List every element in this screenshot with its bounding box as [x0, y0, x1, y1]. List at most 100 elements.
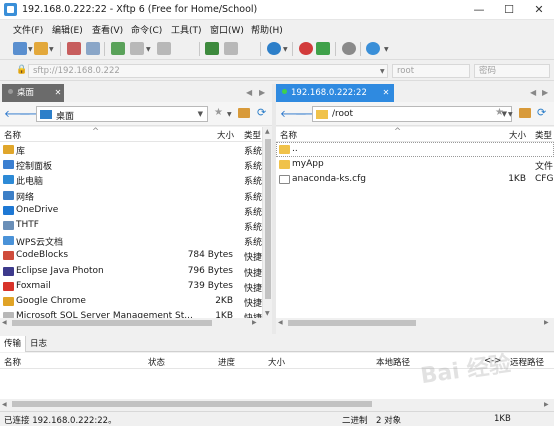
scroll-thumb[interactable]: [12, 320, 212, 326]
refresh-icon[interactable]: ⟳: [257, 106, 266, 119]
host-input[interactable]: sftp://192.168.0.222: [28, 64, 388, 78]
new-session-icon[interactable]: [13, 42, 27, 55]
column-name[interactable]: 名称: [4, 129, 21, 141]
close-button[interactable]: ✕: [524, 0, 554, 20]
menu-file[interactable]: 文件(F): [13, 23, 43, 36]
menu-tools[interactable]: 工具(T): [171, 23, 202, 36]
tab-prev-arrow-icon[interactable]: ◀: [246, 88, 252, 97]
username-input[interactable]: root: [392, 64, 470, 78]
menu-command[interactable]: 命令(C): [131, 23, 162, 36]
file-row[interactable]: 此电脑 系统: [0, 172, 262, 187]
file-row[interactable]: anaconda-ks.cfg 1KB CFG: [276, 172, 554, 187]
scroll-down-icon[interactable]: ▼: [265, 310, 270, 317]
tab-prev-arrow-icon[interactable]: ◀: [530, 88, 536, 97]
menu-edit[interactable]: 编辑(E): [52, 23, 83, 36]
help-icon[interactable]: [366, 42, 380, 55]
chevron-down-icon[interactable]: ▼: [198, 110, 203, 118]
file-row[interactable]: 库 系统: [0, 142, 262, 157]
chevron-down-icon[interactable]: ▼: [283, 46, 288, 53]
scroll-thumb[interactable]: [12, 401, 372, 407]
password-input[interactable]: 密码: [474, 64, 550, 78]
close-icon[interactable]: ✕: [52, 84, 64, 102]
gear-icon[interactable]: [342, 42, 356, 55]
file-row[interactable]: CodeBlocks 784 Bytes 快捷: [0, 248, 262, 263]
file-row[interactable]: Foxmail 739 Bytes 快捷: [0, 279, 262, 294]
chevron-down-icon[interactable]: ▼: [508, 111, 513, 118]
chevron-down-icon[interactable]: ▼: [384, 46, 389, 53]
scroll-right-icon[interactable]: ▶: [252, 319, 257, 326]
chevron-down-icon[interactable]: ▼: [380, 68, 385, 75]
column-name[interactable]: 名称: [280, 129, 297, 141]
left-path-box[interactable]: 桌面 ▼: [36, 106, 208, 122]
column-type[interactable]: 类型: [535, 129, 552, 141]
file-row[interactable]: Microsoft SQL Server Management St... 1KB…: [0, 309, 262, 318]
tab-next-arrow-icon[interactable]: ▶: [542, 88, 548, 97]
tab-transfer[interactable]: 传输: [0, 336, 27, 352]
sync-icon[interactable]: [205, 42, 219, 55]
scroll-left-icon[interactable]: ◀: [2, 319, 7, 326]
menu-view[interactable]: 查看(V): [92, 23, 123, 36]
file-row[interactable]: THTF 系统: [0, 218, 262, 233]
xmanager-icon[interactable]: [316, 42, 330, 55]
tab-log[interactable]: 日志: [26, 336, 51, 352]
filter-icon[interactable]: [224, 42, 238, 55]
file-row[interactable]: Eclipse Java Photon 796 Bytes 快捷: [0, 264, 262, 279]
transfer-column-progress[interactable]: 进度: [218, 356, 235, 368]
chevron-down-icon[interactable]: ▼: [49, 46, 54, 53]
menu-window[interactable]: 窗口(W): [210, 23, 244, 36]
toolbar-separator: [335, 42, 336, 56]
column-size[interactable]: 大小: [509, 129, 526, 141]
refresh-icon[interactable]: ⟳: [537, 106, 546, 119]
scroll-up-icon[interactable]: ▲: [265, 128, 270, 135]
scroll-right-icon[interactable]: ▶: [544, 319, 549, 326]
home-folder-icon[interactable]: [519, 108, 531, 118]
transfer-column-status[interactable]: 状态: [148, 356, 165, 368]
file-row[interactable]: 控制面板 系统: [0, 157, 262, 172]
file-row[interactable]: WPS云文档 系统: [0, 233, 262, 248]
home-folder-icon[interactable]: [238, 108, 250, 118]
file-row[interactable]: 网络 系统: [0, 188, 262, 203]
layout-icon[interactable]: [157, 42, 171, 55]
column-type[interactable]: 类型: [244, 129, 261, 141]
transfer-column-name[interactable]: 名称: [4, 356, 21, 368]
copy-icon[interactable]: [86, 42, 100, 55]
left-horizontal-scrollbar[interactable]: ◀ ▶: [0, 318, 262, 328]
transfer-horizontal-scrollbar[interactable]: ◀ ▶: [0, 399, 554, 410]
new-folder-icon[interactable]: [111, 42, 125, 55]
tab-next-arrow-icon[interactable]: ▶: [259, 88, 265, 97]
scroll-thumb[interactable]: [265, 139, 271, 299]
file-row[interactable]: Google Chrome 2KB 快捷: [0, 294, 262, 309]
minimize-button[interactable]: —: [464, 0, 494, 20]
chevron-down-icon[interactable]: ▼: [28, 46, 33, 53]
properties-icon[interactable]: [130, 42, 144, 55]
toolbar-separator: [360, 42, 361, 56]
scroll-left-icon[interactable]: ◀: [278, 319, 283, 326]
scroll-left-icon[interactable]: ◀: [2, 401, 7, 408]
transfer-column-size[interactable]: 大小: [268, 356, 285, 368]
bookmark-star-icon[interactable]: ★: [214, 107, 223, 118]
xshell-icon[interactable]: [299, 42, 313, 55]
right-path-box[interactable]: /root ▼: [312, 106, 512, 122]
left-path: 桌面: [56, 112, 75, 122]
transfer-column-remote-path[interactable]: 远程路径: [510, 356, 544, 368]
left-vertical-scrollbar[interactable]: ▲ ▼: [262, 127, 272, 318]
chevron-down-icon[interactable]: ▼: [227, 111, 232, 118]
tab-remote-session[interactable]: 192.168.0.222:22: [276, 84, 394, 102]
menu-help[interactable]: 帮助(H): [251, 23, 283, 36]
pane-splitter[interactable]: [272, 84, 276, 334]
scroll-thumb[interactable]: [288, 320, 416, 326]
file-row[interactable]: ..: [276, 142, 554, 158]
open-folder-icon[interactable]: [34, 42, 48, 55]
column-size[interactable]: 大小: [217, 129, 234, 141]
file-row[interactable]: OneDrive 系统: [0, 203, 262, 218]
transfer-column-local-path[interactable]: 本地路径: [376, 356, 410, 368]
globe-icon[interactable]: [267, 42, 281, 55]
maximize-button[interactable]: ☐: [494, 0, 524, 20]
scroll-right-icon[interactable]: ▶: [544, 401, 549, 408]
close-icon[interactable]: ✕: [380, 84, 392, 102]
right-horizontal-scrollbar[interactable]: ◀ ▶: [276, 318, 554, 328]
bookmark-star-icon[interactable]: ★: [495, 107, 504, 118]
disconnect-icon[interactable]: [67, 42, 81, 55]
chevron-down-icon[interactable]: ▼: [146, 46, 151, 53]
file-row[interactable]: myApp 文件: [276, 157, 554, 172]
